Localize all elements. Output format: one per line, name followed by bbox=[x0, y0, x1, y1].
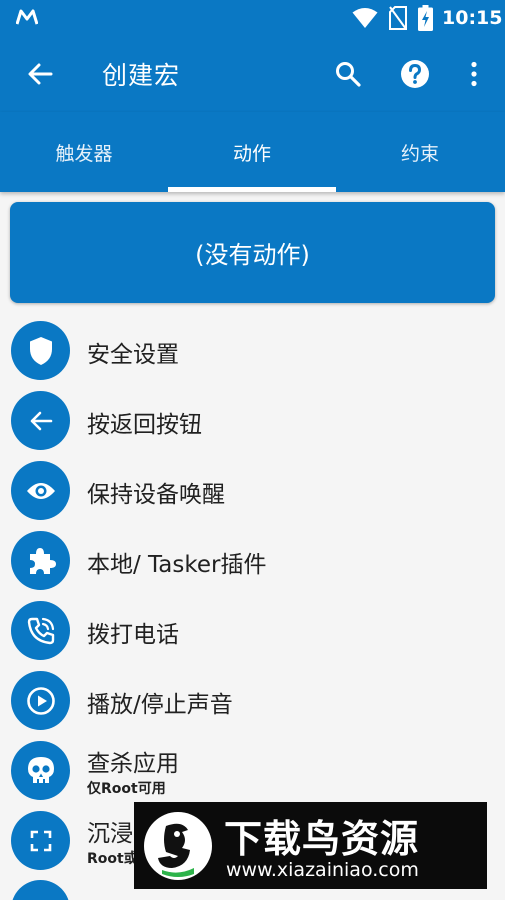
macrodroid-m-icon bbox=[16, 9, 38, 25]
list-item-kill-app[interactable]: 查杀应用 仅Root可用 bbox=[0, 735, 505, 805]
app-bar: 创建宏 bbox=[0, 36, 505, 112]
more-options-button[interactable] bbox=[460, 54, 488, 94]
status-time: 10:15 bbox=[442, 7, 503, 29]
search-button[interactable] bbox=[328, 54, 368, 94]
active-tab-indicator bbox=[168, 187, 336, 192]
skull-icon bbox=[27, 756, 54, 783]
search-icon bbox=[336, 62, 361, 87]
list-item-icon-circle bbox=[11, 461, 70, 520]
tab-triggers[interactable]: 触发器 bbox=[0, 112, 168, 192]
help-button[interactable] bbox=[395, 54, 435, 94]
list-item-icon-circle bbox=[11, 811, 70, 870]
list-item-label: 查杀应用 bbox=[87, 751, 179, 777]
watermark-url: www.xiazainiao.com bbox=[226, 859, 419, 881]
list-item-make-call[interactable]: 拨打电话 bbox=[0, 595, 505, 665]
tab-constraints[interactable]: 约束 bbox=[336, 112, 504, 192]
list-item-label: 播放/停止声音 bbox=[87, 692, 233, 718]
list-item-label: 本地/ Tasker插件 bbox=[87, 552, 267, 578]
status-bar: 10:15 bbox=[0, 0, 505, 36]
back-arrow-icon bbox=[28, 63, 53, 85]
watermark-banner: 下载鸟资源 www.xiazainiao.com bbox=[134, 802, 487, 889]
list-item-keep-awake[interactable]: 保持设备唤醒 bbox=[0, 455, 505, 525]
no-actions-card[interactable]: (没有动作) bbox=[10, 202, 495, 303]
puzzle-icon bbox=[29, 547, 56, 574]
list-item-icon-circle bbox=[11, 391, 70, 450]
shield-icon bbox=[29, 336, 52, 365]
list-item-tasker-plugin[interactable]: 本地/ Tasker插件 bbox=[0, 525, 505, 595]
play-circle-icon bbox=[26, 686, 55, 715]
wifi-icon bbox=[352, 8, 378, 28]
list-item-icon-circle bbox=[11, 741, 70, 800]
bird-logo-icon bbox=[144, 812, 212, 880]
list-item-label: 沉浸 bbox=[87, 821, 133, 847]
partial-list-item-icon[interactable] bbox=[11, 880, 70, 900]
list-item-label: 保持设备唤醒 bbox=[87, 482, 225, 508]
list-item-icon-circle bbox=[11, 321, 70, 380]
fullscreen-icon bbox=[30, 830, 51, 851]
list-item-label: 按返回按钮 bbox=[87, 412, 202, 438]
help-icon bbox=[401, 60, 429, 88]
list-item-play-stop-sound[interactable]: 播放/停止声音 bbox=[0, 665, 505, 735]
list-item-security-settings[interactable]: 安全设置 bbox=[0, 315, 505, 385]
list-item-label: 安全设置 bbox=[87, 342, 179, 368]
phone-call-icon bbox=[27, 617, 54, 644]
tab-actions[interactable]: 动作 bbox=[168, 112, 336, 192]
list-item-icon-circle bbox=[11, 601, 70, 660]
no-sim-icon bbox=[389, 6, 407, 30]
list-item-icon-circle bbox=[11, 531, 70, 590]
list-item-press-back-button[interactable]: 按返回按钮 bbox=[0, 385, 505, 455]
list-item-label: 拨打电话 bbox=[87, 622, 179, 648]
tab-bar: 触发器 动作 约束 bbox=[0, 112, 505, 192]
back-button[interactable] bbox=[20, 54, 60, 94]
back-arrow-icon bbox=[30, 411, 52, 430]
page-title: 创建宏 bbox=[102, 61, 181, 90]
list-item-sublabel: 仅Root可用 bbox=[87, 781, 166, 797]
watermark-title: 下载鸟资源 bbox=[224, 817, 420, 861]
battery-charging-icon bbox=[418, 5, 433, 31]
list-item-icon-circle bbox=[11, 671, 70, 730]
eye-icon bbox=[26, 482, 55, 499]
more-vert-icon bbox=[471, 61, 477, 87]
list-item-sublabel: Root或 bbox=[87, 851, 138, 867]
